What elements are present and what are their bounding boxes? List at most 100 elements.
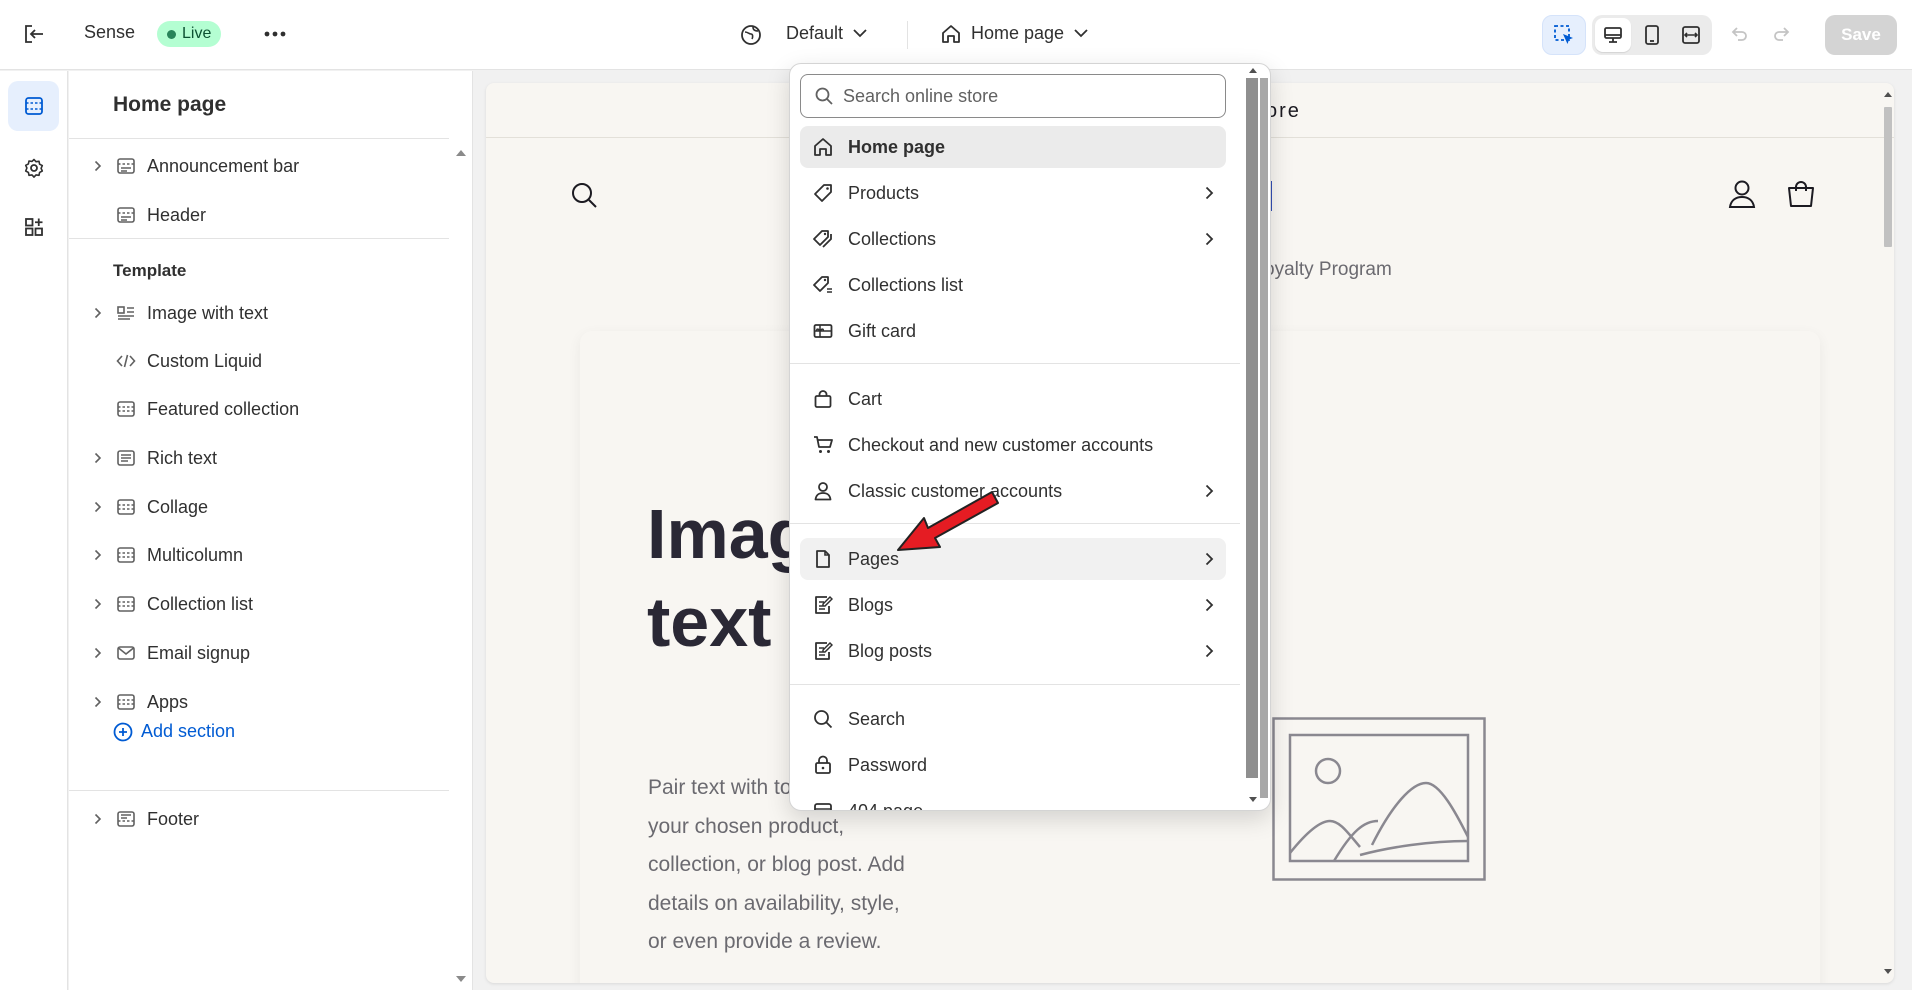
account-icon[interactable] bbox=[1728, 179, 1756, 209]
section-footer[interactable]: Footer bbox=[89, 801, 439, 837]
template-selector[interactable]: Default bbox=[786, 23, 867, 44]
desktop-view-button[interactable] bbox=[1595, 18, 1632, 52]
section-apps[interactable]: Apps bbox=[89, 684, 439, 720]
chevron-right-icon[interactable] bbox=[89, 160, 107, 172]
apps-icon bbox=[24, 218, 43, 236]
sections-icon bbox=[24, 97, 43, 115]
chevron-right-icon[interactable] bbox=[89, 598, 107, 610]
viewport-toggle bbox=[1592, 15, 1712, 55]
menu-item-classic-customer-accounts[interactable]: Classic customer accounts bbox=[800, 470, 1226, 512]
cart-icon bbox=[812, 435, 834, 455]
person-icon bbox=[812, 481, 834, 501]
tag-icon bbox=[812, 183, 834, 203]
inspector-toggle-button[interactable] bbox=[1542, 15, 1586, 55]
menu-item-checkout[interactable]: Checkout and new customer accounts bbox=[800, 424, 1226, 466]
search-input[interactable]: Search online store bbox=[800, 74, 1226, 118]
section-icon bbox=[115, 157, 137, 175]
scroll-down-icon[interactable] bbox=[1882, 967, 1894, 977]
section-collage[interactable]: Collage bbox=[89, 489, 439, 525]
theme-settings-tab[interactable] bbox=[8, 143, 59, 193]
preview-scrollbar[interactable] bbox=[1882, 83, 1894, 983]
scrollbar-thumb[interactable] bbox=[1246, 78, 1258, 778]
email-icon bbox=[115, 644, 137, 662]
chevron-right-icon bbox=[1192, 644, 1226, 658]
section-image-with-text[interactable]: Image with text bbox=[89, 295, 439, 331]
desktop-icon bbox=[1604, 27, 1623, 43]
select-cursor-icon bbox=[1554, 25, 1573, 44]
search-icon[interactable] bbox=[570, 181, 598, 209]
page-icon bbox=[812, 549, 834, 569]
mobile-view-button[interactable] bbox=[1634, 18, 1670, 52]
section-collection-list[interactable]: Collection list bbox=[89, 586, 439, 622]
menu-item-cart[interactable]: Cart bbox=[800, 378, 1226, 420]
nav-link-loyalty[interactable]: oyalty Program bbox=[1264, 259, 1392, 281]
section-icon bbox=[115, 546, 137, 564]
undo-button[interactable] bbox=[1729, 24, 1749, 44]
plus-circle-icon bbox=[113, 722, 133, 741]
annotation-arrow-icon bbox=[896, 488, 1000, 552]
menu-item-pages[interactable]: Pages bbox=[800, 538, 1226, 580]
menu-item-collections[interactable]: Collections bbox=[800, 218, 1226, 260]
menu-item-blogs[interactable]: Blogs bbox=[800, 584, 1226, 626]
menu-item-label: 404 page bbox=[848, 800, 924, 811]
menu-item-collections-list[interactable]: Collections list bbox=[800, 264, 1226, 306]
chevron-right-icon[interactable] bbox=[89, 696, 107, 708]
chevron-right-icon[interactable] bbox=[89, 501, 107, 513]
cart-icon[interactable] bbox=[1786, 179, 1816, 209]
menu-item-gift-card[interactable]: Gift card bbox=[800, 310, 1226, 352]
scroll-up-icon[interactable] bbox=[1882, 89, 1894, 99]
scroll-up-icon[interactable] bbox=[1248, 66, 1258, 74]
redo-icon bbox=[1774, 27, 1790, 41]
section-header[interactable]: Header bbox=[89, 197, 439, 233]
menu-item-products[interactable]: Products bbox=[800, 172, 1226, 214]
globe-icon[interactable] bbox=[740, 24, 762, 46]
menu-item-search[interactable]: Search bbox=[800, 698, 1226, 740]
menu-item-label: Cart bbox=[848, 388, 883, 409]
theme-name: Sense bbox=[84, 22, 136, 42]
chevron-right-icon[interactable] bbox=[89, 452, 107, 464]
page-selector[interactable]: Home page bbox=[941, 23, 1088, 44]
scrollbar-thumb[interactable] bbox=[1884, 107, 1892, 247]
app-embeds-tab[interactable] bbox=[8, 202, 59, 252]
redo-button[interactable] bbox=[1772, 24, 1792, 44]
fullscreen-view-button[interactable] bbox=[1673, 18, 1709, 52]
divider bbox=[790, 523, 1240, 524]
image-text-icon bbox=[115, 304, 137, 322]
section-label: Image with text bbox=[147, 302, 269, 323]
section-featured-collection[interactable]: Featured collection bbox=[89, 391, 439, 427]
chevron-right-icon bbox=[1192, 484, 1226, 498]
page-selector-dropdown: Search online store Home page Products C… bbox=[789, 63, 1271, 811]
section-icon bbox=[115, 498, 137, 516]
add-section-button[interactable]: Add section bbox=[113, 721, 235, 742]
scroll-down-icon[interactable] bbox=[1248, 796, 1258, 804]
section-announcement-bar[interactable]: Announcement bar bbox=[89, 148, 439, 184]
chevron-right-icon[interactable] bbox=[89, 307, 107, 319]
save-button[interactable]: Save bbox=[1825, 15, 1897, 55]
sections-tab[interactable] bbox=[8, 81, 59, 131]
menu-item-404-page[interactable]: 404 page bbox=[800, 790, 1226, 811]
divider bbox=[790, 684, 1240, 685]
menu-item-blog-posts[interactable]: Blog posts bbox=[800, 630, 1226, 672]
menu-item-home-page[interactable]: Home page bbox=[800, 126, 1226, 168]
more-actions-button[interactable] bbox=[258, 22, 292, 46]
section-custom-liquid[interactable]: Custom Liquid bbox=[89, 343, 439, 379]
undo-icon bbox=[1731, 27, 1747, 41]
chevron-right-icon[interactable] bbox=[89, 549, 107, 561]
menu-item-label: Blog posts bbox=[848, 640, 933, 661]
section-multicolumn[interactable]: Multicolumn bbox=[89, 537, 439, 573]
section-rich-text[interactable]: Rich text bbox=[89, 440, 439, 476]
chevron-right-icon[interactable] bbox=[89, 813, 107, 825]
page-404-icon bbox=[812, 801, 834, 810]
search-icon bbox=[812, 709, 834, 729]
section-label: Collage bbox=[147, 496, 209, 517]
section-email-signup[interactable]: Email signup bbox=[89, 635, 439, 671]
page-selector-label: Home page bbox=[971, 23, 1065, 43]
scroll-down-icon[interactable] bbox=[455, 975, 467, 983]
exit-button[interactable] bbox=[18, 20, 50, 48]
menu-item-password[interactable]: Password bbox=[800, 744, 1226, 786]
gift-card-icon bbox=[812, 322, 834, 340]
scroll-up-icon[interactable] bbox=[455, 149, 467, 157]
chevron-right-icon[interactable] bbox=[89, 647, 107, 659]
dropdown-scrollbar[interactable] bbox=[1238, 64, 1270, 810]
section-icon bbox=[115, 693, 137, 711]
